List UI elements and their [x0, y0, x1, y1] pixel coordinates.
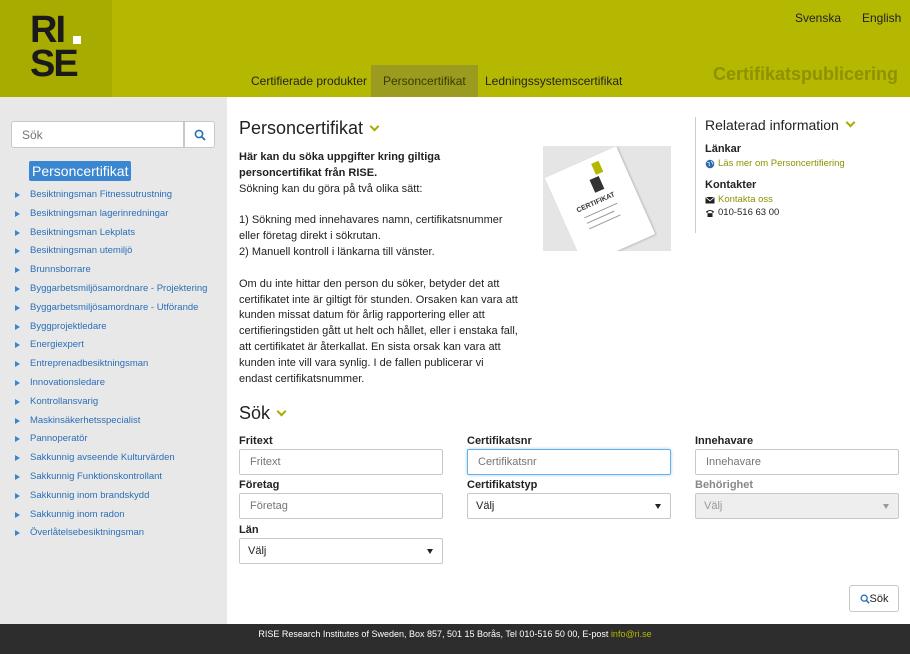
nav-personcertifikat[interactable]: Personcertifikat — [371, 65, 478, 97]
globe-icon — [705, 159, 715, 168]
envelope-icon — [705, 196, 715, 203]
behorighet-label: Behörighet — [695, 479, 754, 491]
sidebar-item[interactable]: Energiexpert — [12, 336, 222, 355]
read-more-link[interactable]: Läs mer om Personcertifiering — [705, 158, 905, 169]
certificate-image: CERTIFIKAT — [543, 146, 671, 251]
sidebar-item[interactable]: Brunnsborrare — [12, 261, 222, 280]
related-info-panel: Relaterad information Länkar Läs mer om … — [695, 117, 905, 233]
innehavare-label: Innehavare — [695, 435, 754, 447]
sidebar-list: Besiktningsman Fitnessutrustning Besiktn… — [12, 186, 222, 543]
triangle-right-icon — [15, 511, 20, 518]
site-header: RI SE Svenska English Certifierade produ… — [0, 0, 910, 97]
caret-down-icon — [655, 504, 661, 509]
triangle-right-icon — [15, 436, 20, 443]
triangle-right-icon — [15, 210, 20, 217]
page-title: Personcertifikat — [239, 118, 380, 139]
sidebar: Personcertifikat Besiktningsman Fitnessu… — [0, 97, 227, 624]
sidebar-item[interactable]: Sakkunnig inom brandskydd — [12, 487, 222, 506]
search-section-title: Sök — [239, 403, 287, 424]
sidebar-item[interactable]: Byggprojektledare — [12, 318, 222, 337]
chevron-down-icon[interactable] — [845, 117, 856, 128]
triangle-right-icon — [15, 379, 20, 386]
sidebar-item[interactable]: Besiktningsman Fitnessutrustning — [12, 186, 222, 205]
related-title: Relaterad information — [705, 117, 905, 133]
sidebar-item[interactable]: Sakkunnig avseende Kulturvärden — [12, 449, 222, 468]
foretag-label: Företag — [239, 479, 280, 491]
sidebar-item[interactable]: Sakkunnig Funktionskontrollant — [12, 468, 222, 487]
site-title: Certifikatspublicering — [712, 64, 898, 84]
triangle-right-icon — [15, 530, 20, 537]
sidebar-item[interactable]: Besiktningsman lagerinredningar — [12, 205, 222, 224]
triangle-right-icon — [15, 492, 20, 499]
triangle-right-icon — [15, 398, 20, 405]
triangle-right-icon — [15, 267, 20, 274]
sidebar-search-input[interactable] — [11, 121, 184, 148]
triangle-right-icon — [15, 342, 20, 349]
intro-paragraph: Om du inte hittar den person du söker, b… — [239, 277, 518, 385]
certifikatstyp-label: Certifikatstyp — [467, 479, 538, 491]
sidebar-item[interactable]: Innovationsledare — [12, 374, 222, 393]
search-icon — [860, 594, 870, 604]
nav-certifierade-produkter[interactable]: Certifierade produkter — [239, 65, 379, 97]
triangle-right-icon — [15, 473, 20, 480]
intro-paragraph: Sökning kan du göra på två olika sätt: — [239, 182, 423, 195]
intro-lead: Här kan du söka uppgifter kring giltiga … — [239, 151, 441, 179]
sidebar-search — [11, 121, 215, 148]
search-submit-button[interactable]: Sök — [849, 585, 899, 612]
certifikatsnr-label: Certifikatsnr — [467, 435, 532, 447]
lan-select[interactable]: Välj — [239, 538, 443, 564]
phone-icon — [706, 209, 714, 217]
language-english-link[interactable]: English — [862, 11, 901, 25]
nav-ledningssystemscertifikat[interactable]: Ledningssystemscertifikat — [473, 65, 634, 97]
fritext-input[interactable] — [239, 449, 443, 475]
site-footer: RISE Research Institutes of Sweden, Box … — [0, 624, 910, 654]
triangle-right-icon — [15, 229, 20, 236]
footer-email-link[interactable]: info@ri.se — [611, 629, 652, 639]
intro-text: Här kan du söka uppgifter kring giltiga … — [239, 150, 519, 387]
language-swedish-link[interactable]: Svenska — [795, 11, 841, 25]
sidebar-item[interactable]: Entreprenadbesiktningsman — [12, 355, 222, 374]
sidebar-item[interactable]: Kontrollansvarig — [12, 393, 222, 412]
footer-text: RISE Research Institutes of Sweden, Box … — [258, 629, 611, 639]
contact-link[interactable]: Kontakta oss — [705, 194, 905, 205]
contacts-heading: Kontakter — [705, 179, 757, 191]
sidebar-item[interactable]: Besiktningsman Lekplats — [12, 224, 222, 243]
sidebar-item[interactable]: Maskinsäkerhetsspecialist — [12, 412, 222, 431]
triangle-right-icon — [15, 192, 20, 198]
triangle-right-icon — [15, 304, 20, 311]
behorighet-select: Välj — [695, 493, 899, 519]
certifikatsnr-input[interactable] — [467, 449, 671, 475]
logo-area[interactable]: RI SE — [0, 0, 112, 97]
sidebar-search-button[interactable] — [184, 121, 215, 148]
triangle-right-icon — [15, 417, 20, 424]
sidebar-item[interactable]: Pannoperatör — [12, 430, 222, 449]
intro-paragraph: 2) Manuell kontroll i länkarna till väns… — [239, 245, 435, 258]
triangle-right-icon — [15, 248, 20, 255]
sidebar-heading[interactable]: Personcertifikat — [29, 161, 132, 181]
sidebar-item[interactable]: Besiktningsman utemiljö — [12, 242, 222, 261]
caret-down-icon — [883, 504, 889, 509]
foretag-input[interactable] — [239, 493, 443, 519]
chevron-down-icon[interactable] — [276, 406, 287, 417]
triangle-right-icon — [15, 323, 20, 330]
innehavare-input[interactable] — [695, 449, 899, 475]
links-heading: Länkar — [705, 143, 742, 155]
rise-logo[interactable]: RI SE — [30, 11, 90, 84]
sidebar-item[interactable]: Byggarbetsmiljösamordnare - Projektering — [12, 280, 222, 299]
triangle-right-icon — [15, 285, 20, 292]
fritext-label: Fritext — [239, 435, 273, 447]
sidebar-item[interactable]: Sakkunnig inom radon — [12, 506, 222, 525]
triangle-right-icon — [15, 361, 20, 368]
sidebar-item[interactable]: Byggarbetsmiljösamordnare - Utförande — [12, 299, 222, 318]
phone-number: 010-516 63 00 — [705, 207, 905, 218]
lan-label: Län — [239, 524, 259, 536]
certifikatstyp-select[interactable]: Välj — [467, 493, 671, 519]
sidebar-item[interactable]: Överlåtelsebesiktningsman — [12, 524, 222, 543]
search-icon — [194, 129, 206, 141]
intro-paragraph: 1) Sökning med innehavares namn, certifi… — [239, 214, 503, 243]
triangle-right-icon — [15, 455, 20, 462]
caret-down-icon — [427, 549, 433, 554]
chevron-down-icon[interactable] — [369, 121, 380, 132]
